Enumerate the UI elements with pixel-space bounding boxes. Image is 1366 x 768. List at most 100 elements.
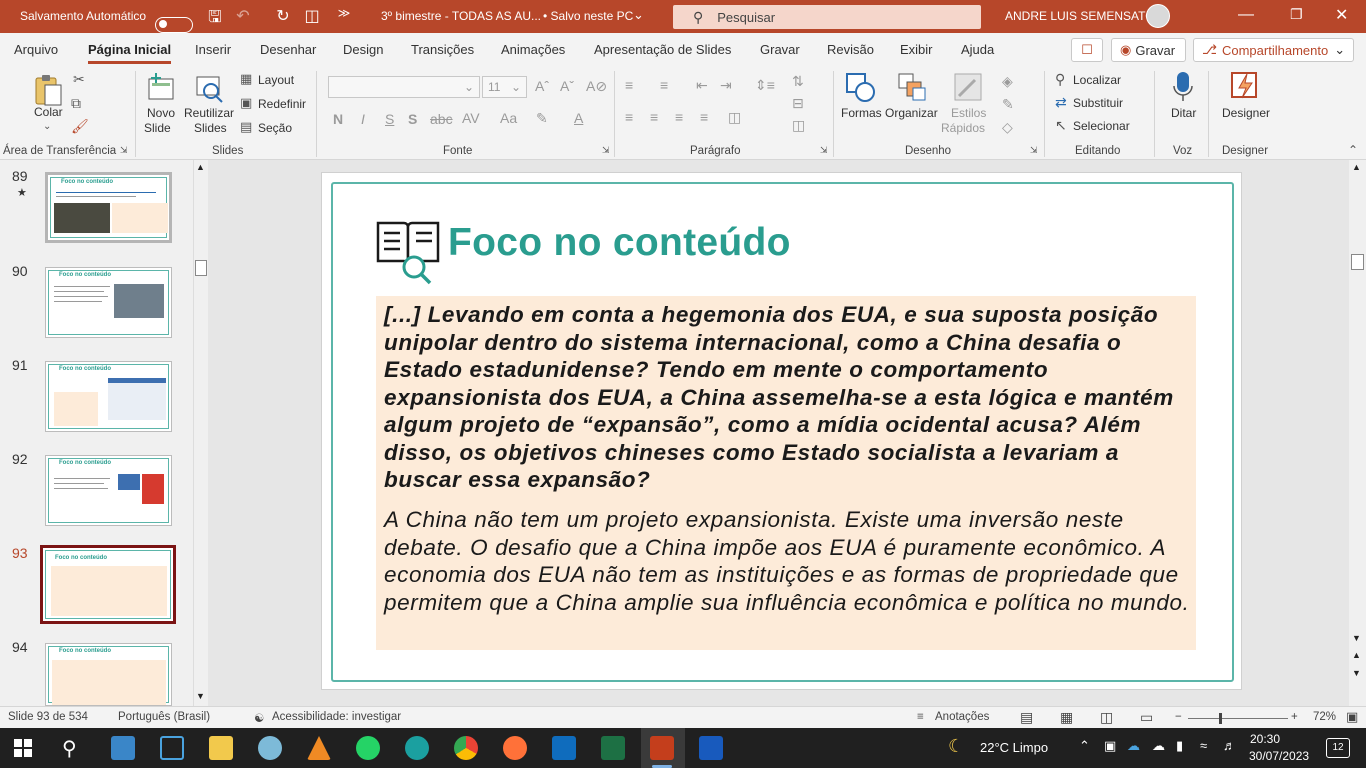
editor-scrollbar[interactable]: ▲ ▼ ▲ ▼ bbox=[1349, 160, 1366, 706]
notifications-badge[interactable]: 12 bbox=[1326, 738, 1350, 758]
layout-icon[interactable]: ▦ bbox=[240, 71, 252, 87]
tab-gravar[interactable]: Gravar bbox=[760, 42, 800, 57]
slide-thumbnail-92[interactable]: Foco no conteúdo bbox=[45, 455, 172, 526]
designer-label[interactable]: Designer bbox=[1222, 106, 1270, 120]
dictate-label[interactable]: Ditar bbox=[1171, 106, 1196, 120]
comments-button[interactable]: ☐ bbox=[1071, 38, 1103, 62]
file-explorer-icon[interactable] bbox=[209, 736, 233, 760]
minimize-icon[interactable]: — bbox=[1238, 6, 1254, 24]
wifi-icon[interactable]: ≈ bbox=[1200, 738, 1207, 753]
decrease-font-icon[interactable]: Aˇ bbox=[560, 78, 574, 94]
layout-label[interactable]: Layout bbox=[258, 73, 294, 87]
windows-start-icon[interactable] bbox=[14, 739, 32, 757]
align-left-icon[interactable]: ≡ bbox=[625, 109, 633, 125]
quick-styles-label-1[interactable]: Estilos bbox=[951, 106, 986, 120]
chevron-up-icon[interactable]: ⌃ bbox=[1079, 738, 1090, 754]
volume-icon[interactable]: ♬ bbox=[1223, 738, 1236, 753]
tab-pagina-inicial[interactable]: Página Inicial bbox=[88, 42, 172, 64]
zoom-out-icon[interactable]: − bbox=[1175, 711, 1182, 723]
powerpoint-icon[interactable] bbox=[650, 736, 674, 760]
arrange-label[interactable]: Organizar bbox=[885, 106, 938, 120]
new-slide-label-1[interactable]: Novo bbox=[147, 106, 175, 120]
slide-sorter-icon[interactable]: ▦ bbox=[1060, 709, 1073, 726]
zoom-in-icon[interactable]: + bbox=[1291, 711, 1298, 723]
close-icon[interactable]: ✕ bbox=[1335, 5, 1348, 25]
decrease-indent-icon[interactable]: ⇤ bbox=[696, 77, 708, 94]
arrange-icon[interactable] bbox=[897, 72, 929, 104]
select-icon[interactable]: ↖ bbox=[1055, 117, 1067, 134]
scroll-down-icon[interactable]: ▼ bbox=[196, 691, 205, 701]
section-label[interactable]: Seção bbox=[258, 121, 292, 135]
onedrive-icon[interactable]: ☁ bbox=[1127, 738, 1140, 754]
change-case-icon[interactable]: Aa bbox=[500, 110, 517, 126]
chrome-icon[interactable] bbox=[454, 736, 478, 760]
question-paragraph[interactable]: [...] Levando em conta a hegemonia dos E… bbox=[384, 301, 1194, 494]
tab-exibir[interactable]: Exibir bbox=[900, 42, 933, 57]
next-slide-icon[interactable]: ▼ bbox=[1352, 668, 1361, 678]
clear-format-icon[interactable]: A⊘ bbox=[586, 78, 607, 95]
columns-icon[interactable]: ◫ bbox=[728, 109, 741, 126]
italic-button[interactable]: I bbox=[361, 111, 365, 127]
battery-icon[interactable]: ▮ bbox=[1176, 738, 1183, 754]
scroll-up-icon[interactable]: ▲ bbox=[196, 162, 205, 172]
new-slide-label-2[interactable]: Slide bbox=[144, 121, 171, 135]
quick-styles-label-2[interactable]: Rápidos bbox=[941, 121, 985, 135]
shapes-label[interactable]: Formas bbox=[841, 106, 882, 120]
justify-icon[interactable]: ≡ bbox=[700, 109, 708, 125]
document-title[interactable]: 3º bimestre - TODAS AS AU... bbox=[381, 9, 541, 23]
accessibility-icon[interactable]: ☯ bbox=[254, 711, 264, 725]
designer-icon[interactable] bbox=[1229, 70, 1261, 102]
autosave-toggle[interactable] bbox=[155, 16, 193, 33]
outlook-icon[interactable] bbox=[552, 736, 576, 760]
scrollbar-thumb[interactable] bbox=[195, 260, 207, 276]
fit-to-window-icon[interactable]: ▣ bbox=[1346, 709, 1358, 725]
reuse-slides-icon[interactable] bbox=[195, 73, 225, 103]
thumbnails-scrollbar[interactable]: ▲ ▼ bbox=[193, 160, 207, 706]
reset-icon[interactable]: ▣ bbox=[240, 95, 252, 111]
copy-icon[interactable]: ⧉ bbox=[71, 95, 81, 112]
strikethrough-icon[interactable]: abc bbox=[430, 111, 453, 127]
line-spacing-icon[interactable]: ⇕≡ bbox=[755, 77, 775, 94]
save-icon[interactable]: 🖫 bbox=[204, 6, 226, 33]
user-name[interactable]: ANDRE LUIS SEMENSATO bbox=[1005, 9, 1155, 23]
tab-inserir[interactable]: Inserir bbox=[195, 42, 231, 57]
zoom-slider-thumb[interactable] bbox=[1219, 713, 1222, 724]
restore-icon[interactable]: ❐ bbox=[1290, 6, 1303, 23]
find-icon[interactable]: ⚲ bbox=[1055, 71, 1065, 88]
search-icon[interactable]: ⚲ bbox=[62, 736, 77, 761]
find-label[interactable]: Localizar bbox=[1073, 73, 1121, 87]
moon-icon[interactable]: ☾ bbox=[948, 736, 964, 757]
share-button[interactable]: ⎇ Compartilhamento ⌄ bbox=[1193, 38, 1354, 62]
char-spacing-icon[interactable]: AV bbox=[462, 110, 480, 126]
slideshow-icon[interactable]: ▭ bbox=[1140, 709, 1153, 726]
tab-animacoes[interactable]: Animações bbox=[501, 42, 565, 57]
clock-date[interactable]: 30/07/2023 bbox=[1249, 749, 1309, 763]
reuse-slides-label-1[interactable]: Reutilizar bbox=[184, 106, 234, 120]
dialog-launcher-icon[interactable]: ⇲ bbox=[120, 145, 128, 156]
save-status[interactable]: • Salvo neste PC bbox=[543, 9, 633, 23]
clock-time[interactable]: 20:30 bbox=[1250, 732, 1280, 746]
teams-chat-icon[interactable] bbox=[160, 736, 184, 760]
tab-arquivo[interactable]: Arquivo bbox=[14, 42, 58, 57]
slide-canvas[interactable]: Foco no conteúdo [...] Levando em conta … bbox=[321, 172, 1242, 690]
scroll-down-icon[interactable]: ▼ bbox=[1352, 633, 1361, 643]
cut-icon[interactable]: ✂ bbox=[73, 71, 85, 88]
bullets-icon[interactable]: ≡ bbox=[625, 77, 633, 93]
tab-revisao[interactable]: Revisão bbox=[827, 42, 874, 57]
tab-desenhar[interactable]: Desenhar bbox=[260, 42, 316, 57]
collapse-ribbon-icon[interactable]: ⌃ bbox=[1348, 143, 1358, 157]
replace-icon[interactable]: ⇄ bbox=[1055, 94, 1067, 111]
content-text-box[interactable]: [...] Levando em conta a hegemonia dos E… bbox=[376, 296, 1196, 650]
avatar[interactable] bbox=[1146, 4, 1170, 28]
text-direction-icon[interactable]: ⇅ bbox=[792, 73, 804, 90]
notes-button[interactable]: Anotações bbox=[935, 711, 989, 723]
font-color-icon[interactable]: A bbox=[574, 110, 583, 126]
shapes-icon[interactable] bbox=[845, 72, 877, 104]
word-icon[interactable] bbox=[699, 736, 723, 760]
slide-title[interactable]: Foco no conteúdo bbox=[448, 221, 791, 265]
excel-icon[interactable] bbox=[601, 736, 625, 760]
tab-transicoes[interactable]: Transições bbox=[411, 42, 474, 57]
align-text-icon[interactable]: ⊟ bbox=[792, 95, 804, 112]
paste-icon[interactable] bbox=[33, 73, 63, 107]
paste-label[interactable]: Colar bbox=[34, 105, 63, 119]
